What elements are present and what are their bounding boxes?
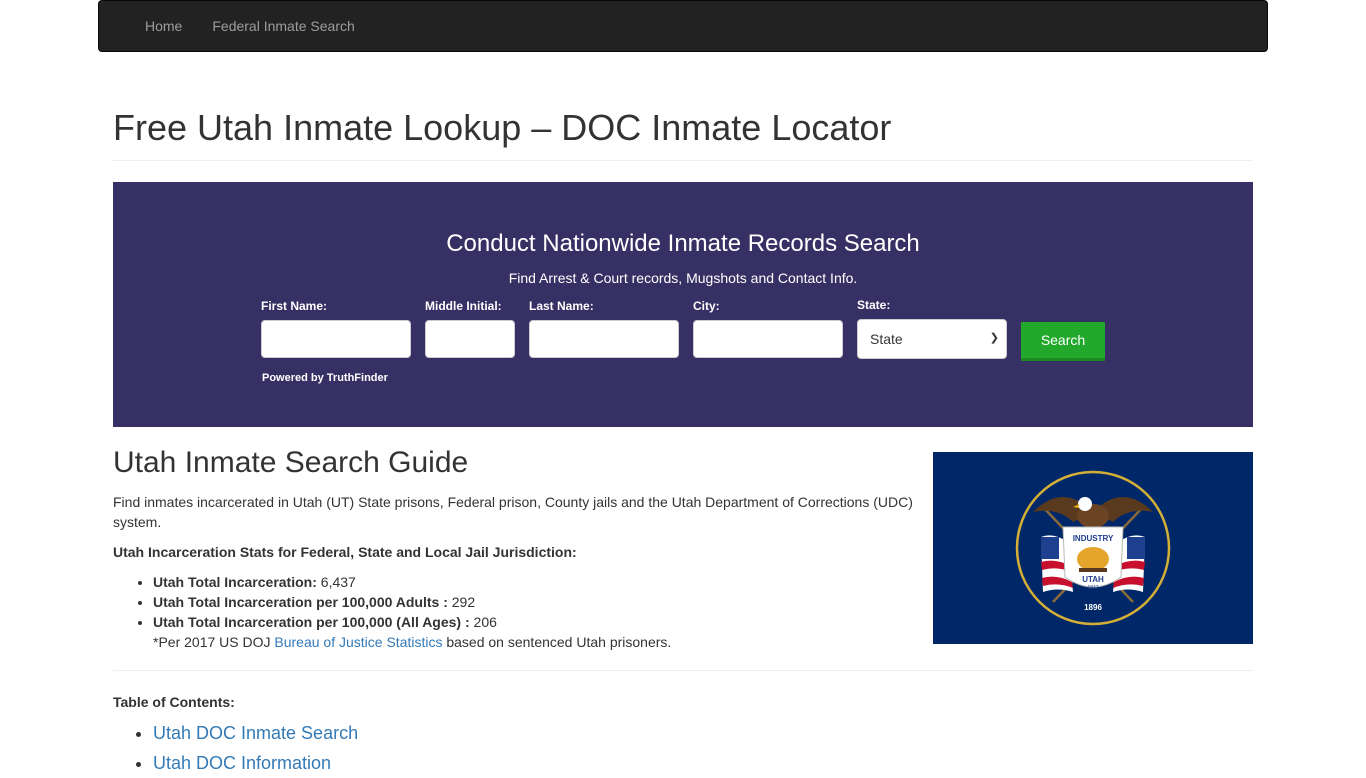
last-name-group: Last Name:	[529, 299, 679, 358]
stats-list: Utah Total Incarceration: 6,437 Utah Tot…	[113, 572, 918, 652]
toc-list: Utah DOC Inmate Search Utah DOC Informat…	[113, 718, 713, 778]
city-group: City:	[693, 299, 843, 358]
powered-by-text: Powered by TruthFinder	[262, 372, 388, 384]
utah-flag-image: INDUSTRY UTAH 1847 1896	[933, 452, 1253, 644]
middle-initial-group: Middle Initial:	[425, 299, 515, 358]
seal-year-text: 1896	[1084, 603, 1102, 612]
middle-initial-input[interactable]	[425, 320, 515, 358]
nav-federal-inmate-search-link[interactable]: Federal Inmate Search	[197, 1, 369, 51]
utah-seal-icon: INDUSTRY UTAH 1847 1896	[933, 452, 1253, 644]
state-select-wrapper: State ❯	[857, 319, 1007, 359]
toc-item: Utah DOC Information	[153, 748, 713, 778]
search-widget-title: Conduct Nationwide Inmate Records Search	[446, 230, 920, 257]
toc-item: Utah DOC Inmate Search	[153, 718, 713, 748]
state-label: State:	[857, 298, 891, 312]
note-suffix: based on sentenced Utah prisoners.	[442, 634, 672, 650]
city-input[interactable]	[693, 320, 843, 358]
inmate-search-widget: Conduct Nationwide Inmate Records Search…	[113, 182, 1253, 427]
guide-intro: Find inmates incarcerated in Utah (UT) S…	[113, 494, 913, 530]
stat-value: 206	[473, 614, 497, 630]
note-prefix: *Per 2017 US DOJ	[153, 634, 275, 650]
stats-source-note: *Per 2017 US DOJ Bureau of Justice Stati…	[153, 632, 918, 652]
page-header: Free Utah Inmate Lookup – DOC Inmate Loc…	[113, 106, 1253, 161]
first-name-group: First Name:	[261, 299, 411, 358]
last-name-label: Last Name:	[529, 299, 594, 313]
stat-item: Utah Total Incarceration: 6,437	[153, 572, 918, 592]
search-widget-subtitle: Find Arrest & Court records, Mugshots an…	[508, 270, 858, 286]
stat-label: Utah Total Incarceration per 100,000 Adu…	[153, 594, 448, 610]
stat-label: Utah Total Incarceration per 100,000 (Al…	[153, 614, 470, 630]
toc-link-doc-information[interactable]: Utah DOC Information	[153, 753, 331, 773]
stat-item: Utah Total Incarceration per 100,000 Adu…	[153, 592, 918, 612]
page-title: Free Utah Inmate Lookup – DOC Inmate Loc…	[113, 107, 892, 148]
guide-heading: Utah Inmate Search Guide	[113, 446, 469, 479]
first-name-label: First Name:	[261, 299, 328, 313]
state-group: State: State ❯	[857, 298, 1007, 359]
first-name-input[interactable]	[261, 320, 411, 358]
stats-heading: Utah Incarceration Stats for Federal, St…	[113, 544, 577, 560]
section-divider	[113, 670, 1253, 671]
top-navbar: Home Federal Inmate Search	[98, 0, 1268, 52]
bjs-link[interactable]: Bureau of Justice Statistics	[274, 634, 442, 650]
last-name-input[interactable]	[529, 320, 679, 358]
seal-shield-year: 1847	[1087, 585, 1098, 591]
stat-value: 292	[451, 594, 476, 610]
toc-heading: Table of Contents:	[113, 694, 235, 710]
state-select[interactable]: State	[857, 319, 1007, 359]
nav-home-link[interactable]: Home	[130, 1, 197, 51]
inmate-search-guide: Utah Inmate Search Guide Find inmates in…	[113, 444, 918, 652]
middle-initial-label: Middle Initial:	[425, 299, 502, 313]
seal-banner-text: INDUSTRY	[1073, 534, 1114, 543]
stat-value: 6,437	[320, 574, 356, 590]
stat-item: Utah Total Incarceration per 100,000 (Al…	[153, 612, 918, 652]
city-label: City:	[693, 299, 720, 313]
seal-shield-text: UTAH	[1082, 575, 1104, 584]
toc-link-doc-inmate-search[interactable]: Utah DOC Inmate Search	[153, 723, 358, 743]
search-button[interactable]: Search	[1021, 322, 1105, 361]
stat-label: Utah Total Incarceration:	[153, 574, 317, 590]
table-of-contents: Table of Contents: Utah DOC Inmate Searc…	[113, 692, 713, 778]
